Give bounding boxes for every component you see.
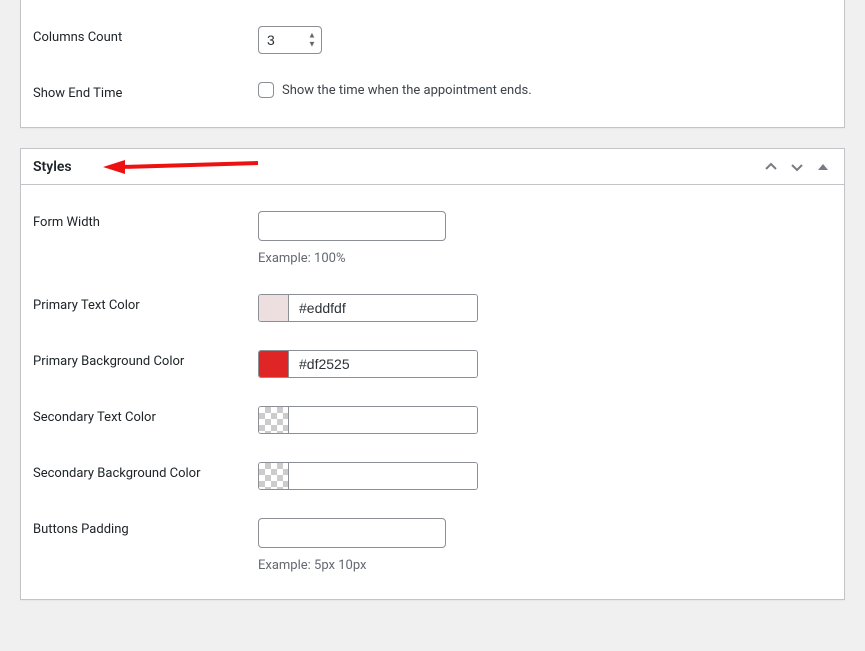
secondary-text-color-control bbox=[258, 406, 832, 434]
primary-text-color-swatch[interactable] bbox=[259, 295, 289, 321]
primary-bg-color-swatch[interactable] bbox=[259, 351, 289, 377]
field-row-secondary-bg-color: Secondary Background Color bbox=[33, 448, 832, 504]
chevron-up-icon bbox=[763, 159, 779, 175]
primary-text-color-input[interactable] bbox=[289, 295, 478, 321]
secondary-text-color-label: Secondary Text Color bbox=[33, 406, 258, 425]
settings-panel-top-inside: Columns Count ▲ ▼ Show End Time Show the… bbox=[21, 0, 844, 127]
show-end-time-checkbox[interactable] bbox=[258, 82, 274, 98]
secondary-bg-color-picker bbox=[258, 462, 478, 490]
move-up-button[interactable] bbox=[762, 158, 780, 176]
field-row-secondary-text-color: Secondary Text Color bbox=[33, 392, 832, 448]
move-down-button[interactable] bbox=[788, 158, 806, 176]
show-end-time-checkbox-row[interactable]: Show the time when the appointment ends. bbox=[258, 82, 832, 98]
panel-handle-actions bbox=[762, 158, 832, 176]
toggle-panel-button[interactable] bbox=[814, 158, 832, 176]
form-width-input[interactable] bbox=[258, 211, 446, 241]
primary-bg-color-control bbox=[258, 350, 832, 378]
buttons-padding-hint: Example: 5px 10px bbox=[258, 558, 832, 573]
buttons-padding-control: Example: 5px 10px bbox=[258, 518, 832, 573]
show-end-time-description: Show the time when the appointment ends. bbox=[282, 83, 532, 98]
form-width-label: Form Width bbox=[33, 211, 258, 230]
secondary-text-color-picker bbox=[258, 406, 478, 434]
form-width-control: Example: 100% bbox=[258, 211, 832, 266]
chevron-down-icon: ▼ bbox=[306, 41, 318, 49]
buttons-padding-input[interactable] bbox=[258, 518, 446, 548]
styles-panel-inside: Form Width Example: 100% Primary Text Co… bbox=[21, 185, 844, 599]
primary-text-color-picker bbox=[258, 294, 478, 322]
secondary-bg-color-label: Secondary Background Color bbox=[33, 462, 258, 481]
columns-count-label: Columns Count bbox=[33, 26, 258, 45]
secondary-bg-color-input[interactable] bbox=[289, 463, 478, 489]
show-end-time-label: Show End Time bbox=[33, 82, 258, 101]
settings-panel-top: Columns Count ▲ ▼ Show End Time Show the… bbox=[20, 0, 845, 128]
stepper-icon[interactable]: ▲ ▼ bbox=[306, 32, 318, 49]
secondary-text-color-swatch[interactable] bbox=[259, 407, 289, 433]
columns-count-control: ▲ ▼ bbox=[258, 26, 832, 54]
primary-text-color-control bbox=[258, 294, 832, 322]
chevron-up-icon: ▲ bbox=[306, 32, 318, 40]
field-row-show-end-time: Show End Time Show the time when the app… bbox=[33, 68, 832, 115]
chevron-down-icon bbox=[789, 159, 805, 175]
caret-up-icon bbox=[817, 161, 829, 173]
styles-panel-title: Styles bbox=[33, 159, 762, 175]
field-row-primary-text-color: Primary Text Color bbox=[33, 280, 832, 336]
field-row-columns-count: Columns Count ▲ ▼ bbox=[33, 12, 832, 68]
field-row-form-width: Form Width Example: 100% bbox=[33, 197, 832, 280]
primary-bg-color-input[interactable] bbox=[289, 351, 478, 377]
buttons-padding-label: Buttons Padding bbox=[33, 518, 258, 537]
styles-panel: Styles Form Width Example: 100% bbox=[20, 148, 845, 600]
secondary-bg-color-control bbox=[258, 462, 832, 490]
field-row-buttons-padding: Buttons Padding Example: 5px 10px bbox=[33, 504, 832, 587]
primary-bg-color-label: Primary Background Color bbox=[33, 350, 258, 369]
secondary-text-color-input[interactable] bbox=[289, 407, 478, 433]
columns-count-wrapper: ▲ ▼ bbox=[258, 26, 322, 54]
secondary-bg-color-swatch[interactable] bbox=[259, 463, 289, 489]
form-width-hint: Example: 100% bbox=[258, 251, 832, 266]
styles-panel-header[interactable]: Styles bbox=[21, 149, 844, 185]
primary-bg-color-picker bbox=[258, 350, 478, 378]
field-row-primary-bg-color: Primary Background Color bbox=[33, 336, 832, 392]
show-end-time-control: Show the time when the appointment ends. bbox=[258, 82, 832, 98]
primary-text-color-label: Primary Text Color bbox=[33, 294, 258, 313]
